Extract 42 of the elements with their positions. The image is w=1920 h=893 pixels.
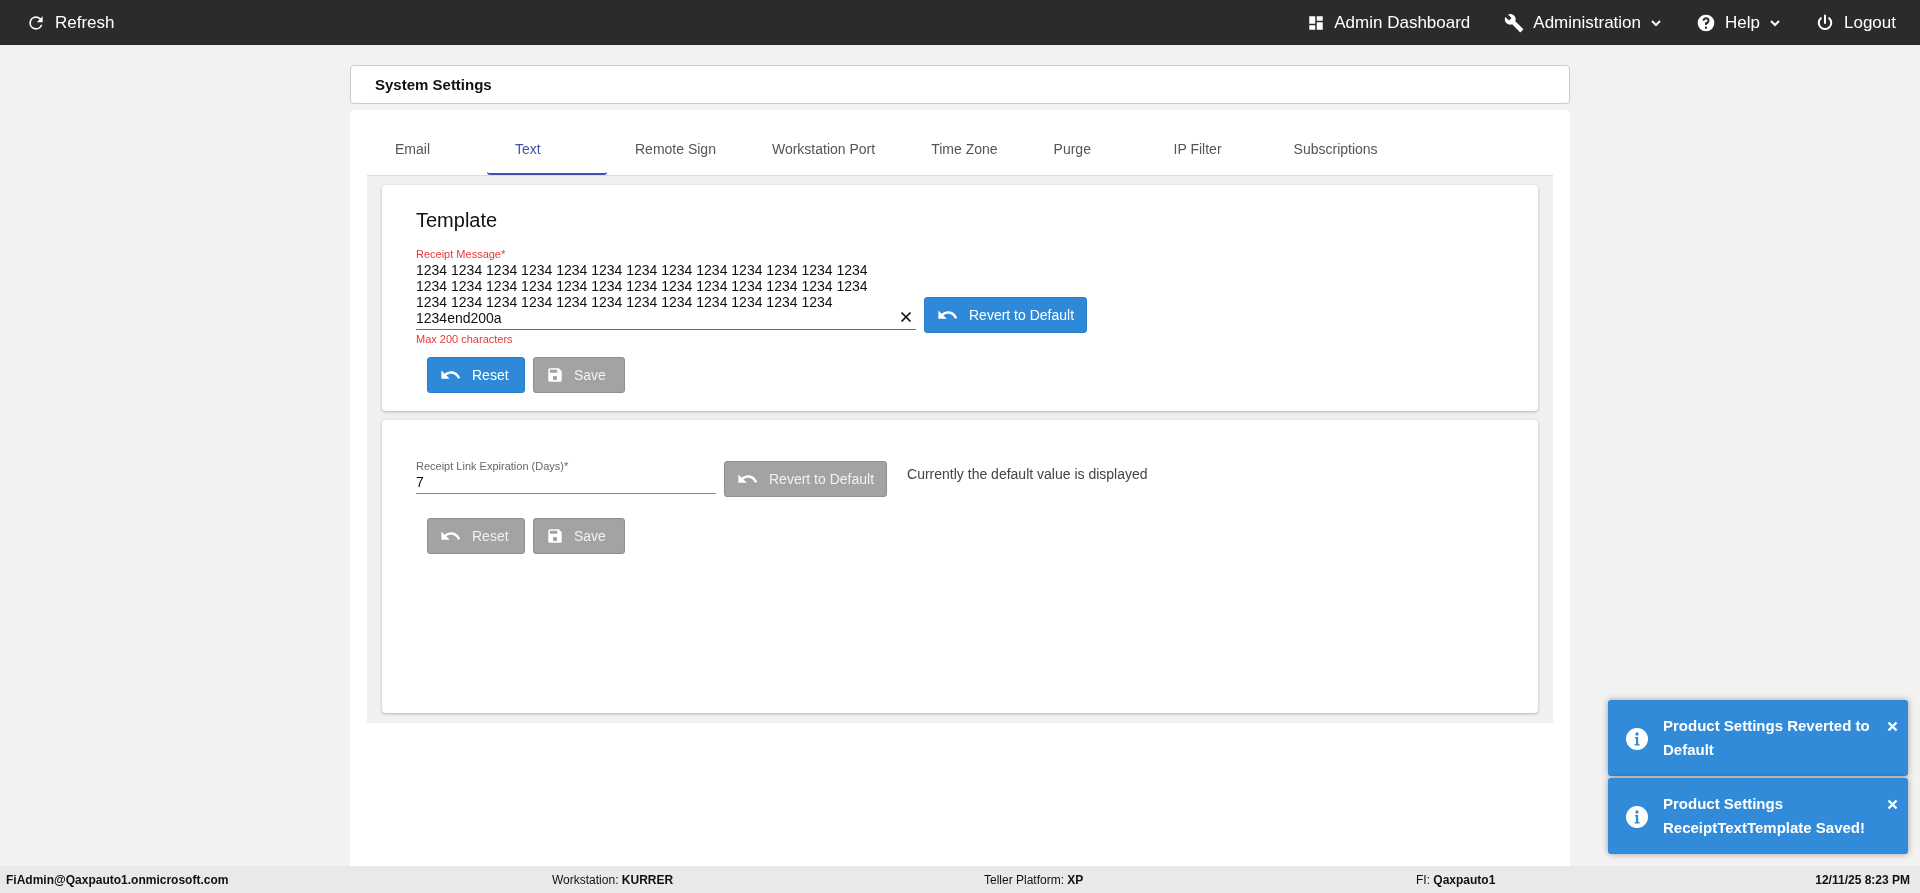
status-item: Workstation: KURRER — [552, 872, 675, 887]
undo-icon — [937, 308, 959, 322]
status-item: FI: Qaxpauto1 — [1416, 872, 1497, 887]
info-icon — [1625, 727, 1649, 751]
status-item: Teller Platform: XP — [984, 872, 1085, 887]
undo-icon — [440, 368, 462, 382]
power-icon — [1815, 12, 1835, 33]
menu-link[interactable]: Admin Dashboard — [1307, 12, 1471, 33]
input-field[interactable]: Receipt Link Expiration (Days)* 7 — [416, 460, 716, 494]
text-area[interactable]: Receipt Message* 1234 1234 1234 1234 1234 1234 1234 1234 1234 1234 1234 1234 1234 1234 1234 1234 1234 1234 1234 1234 1234 1234 1234 1234 1234 1234 1234 1234 1234 1234 1234 1234 1234 1234 1234 1234 1234 1234 1234end200a — [416, 248, 916, 330]
save-icon — [546, 527, 564, 545]
toast-message: Product Settings Reverted to Default — [1663, 716, 1871, 760]
tab[interactable]: Email — [367, 125, 487, 175]
revert-button[interactable]: Revert to Default — [924, 297, 1088, 333]
helper-text: Max 200 characters — [416, 333, 514, 345]
status-note: Currently the default value is displayed — [907, 466, 1148, 482]
card-title: Template — [416, 209, 499, 232]
date-time: 12/11/25 8:23 PM — [1815, 872, 1910, 887]
tab[interactable]: Purge — [1025, 125, 1146, 175]
info-icon — [1625, 805, 1649, 829]
toast-message: Product Settings ReceiptTextTemplate Saved! — [1663, 794, 1866, 838]
tab[interactable]: Time Zone — [903, 125, 1026, 175]
menu-dropdown[interactable]: Help — [1696, 12, 1781, 33]
reset-button[interactable]: Reset — [427, 357, 525, 393]
help-icon — [1696, 12, 1717, 33]
dashboard-icon — [1307, 13, 1326, 32]
undo-icon — [737, 472, 759, 486]
refresh-button[interactable]: Refresh — [26, 12, 115, 33]
close-icon[interactable] — [900, 311, 912, 323]
field-label: Receipt Message* — [416, 248, 507, 260]
tab[interactable]: IP Filter — [1145, 125, 1266, 175]
user-email: FiAdmin@Qaxpauto1.onmicrosoft.com — [6, 872, 230, 887]
menu-link[interactable]: Logout — [1815, 12, 1896, 33]
tab[interactable]: Workstation Port — [743, 125, 904, 175]
wrench-icon — [1504, 12, 1525, 33]
save-icon — [546, 366, 564, 384]
tab[interactable]: Subscriptions — [1265, 125, 1406, 175]
page-title: System Settings — [375, 76, 492, 93]
field-label: Receipt Link Expiration (Days)* — [416, 460, 570, 472]
tab[interactable]: Remote Sign — [607, 125, 744, 175]
menu-dropdown[interactable]: Administration — [1504, 12, 1663, 33]
undo-icon — [440, 529, 462, 543]
